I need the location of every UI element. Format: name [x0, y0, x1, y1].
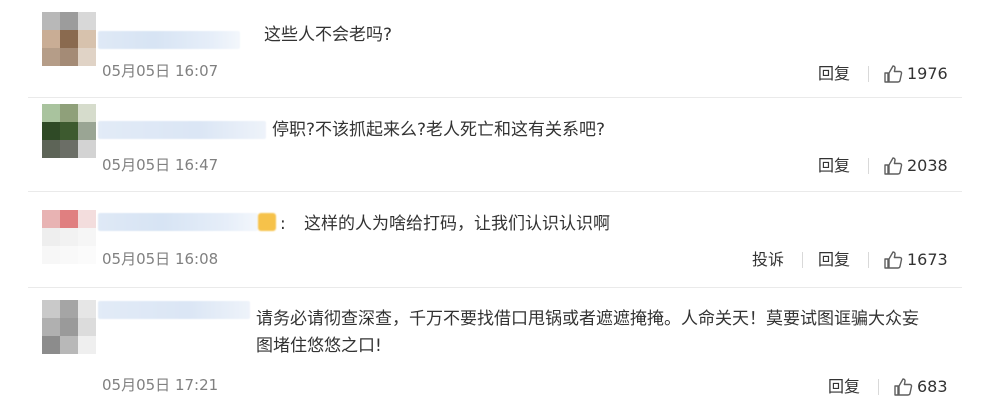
action-separator: [802, 252, 803, 268]
avatar-pixel: [60, 228, 78, 246]
avatar-pixel: [42, 300, 60, 318]
avatar-pixel: [78, 210, 96, 228]
avatar-pixel: [78, 140, 96, 158]
thumbs-up-icon: [883, 156, 903, 176]
thumbs-up-icon: [893, 377, 913, 397]
avatar-pixel: [60, 122, 78, 140]
like-count: 1673: [907, 250, 948, 269]
avatar-pixel: [60, 318, 78, 336]
like-count: 683: [917, 377, 948, 396]
action-separator: [868, 252, 869, 268]
reply-button[interactable]: 回复: [818, 249, 850, 271]
action-separator: [878, 379, 879, 395]
avatar-pixel: [60, 30, 78, 48]
avatar-pixel: [78, 48, 96, 66]
avatar-pixel: [60, 140, 78, 158]
comment-item: 停职?不该抓起来么?老人死亡和这有关系吧? 05月05日 16:47 回复 20…: [0, 98, 982, 192]
avatar[interactable]: [42, 104, 96, 158]
username-blurred[interactable]: [98, 121, 266, 139]
action-separator: [868, 66, 869, 82]
avatar-pixel: [60, 210, 78, 228]
reply-button[interactable]: 回复: [828, 376, 860, 398]
thumbs-up-icon: [883, 250, 903, 270]
avatar-pixel: [42, 140, 60, 158]
comment-list: 这些人不会老吗? 05月05日 16:07 回复 1976 停职?不该抓起来么?…: [0, 0, 982, 409]
avatar-pixel: [60, 246, 78, 264]
reply-button[interactable]: 回复: [818, 155, 850, 177]
avatar-pixel: [42, 228, 60, 246]
like-button[interactable]: 1976: [883, 63, 948, 85]
avatar-pixel: [78, 104, 96, 122]
comment-time: 05月05日 16:47: [102, 156, 219, 174]
username-blurred[interactable]: [98, 31, 240, 49]
comment-time: 05月05日 16:08: [102, 250, 219, 268]
avatar-pixel: [42, 30, 60, 48]
avatar-pixel: [60, 48, 78, 66]
username-blurred[interactable]: [98, 301, 250, 319]
avatar-pixel: [60, 12, 78, 30]
like-button[interactable]: 2038: [883, 155, 948, 177]
user-badge: [258, 213, 276, 231]
comment-time: 05月05日 17:21: [102, 376, 219, 394]
avatar-pixel: [78, 300, 96, 318]
avatar-pixel: [42, 210, 60, 228]
avatar-pixel: [42, 122, 60, 140]
like-button[interactable]: 683: [893, 376, 948, 398]
thumbs-up-icon: [883, 64, 903, 84]
comment-time: 05月05日 16:07: [102, 62, 219, 80]
comment-text: 这样的人为啥给打码，让我们认识认识啊: [304, 214, 610, 234]
avatar[interactable]: [42, 210, 96, 264]
avatar-pixel: [78, 246, 96, 264]
avatar-pixel: [42, 246, 60, 264]
comment-item: 这些人不会老吗? 05月05日 16:07 回复 1976: [0, 0, 982, 98]
comment-text: 请务必请彻查深查，千万不要找借口甩锅或者遮遮掩掩。人命关天！莫要试图诓骗大众妄 …: [256, 309, 919, 356]
avatar[interactable]: [42, 12, 96, 66]
avatar[interactable]: [42, 300, 96, 354]
username-blurred[interactable]: [98, 213, 258, 231]
avatar-pixel: [78, 12, 96, 30]
report-button[interactable]: 投诉: [752, 249, 784, 271]
avatar-pixel: [60, 104, 78, 122]
comment-text: 这些人不会老吗?: [264, 25, 393, 45]
avatar-pixel: [78, 336, 96, 354]
comment-item: 请务必请彻查深查，千万不要找借口甩锅或者遮遮掩掩。人命关天！莫要试图诓骗大众妄 …: [0, 288, 982, 409]
comment-text: 停职?不该抓起来么?老人死亡和这有关系吧?: [272, 120, 606, 140]
avatar-pixel: [78, 30, 96, 48]
like-count: 2038: [907, 156, 948, 175]
avatar-pixel: [78, 318, 96, 336]
action-separator: [868, 158, 869, 174]
avatar-pixel: [42, 104, 60, 122]
avatar-pixel: [60, 300, 78, 318]
comment-item: : 这样的人为啥给打码，让我们认识认识啊 05月05日 16:08 投诉 回复 …: [0, 192, 982, 288]
like-count: 1976: [907, 64, 948, 83]
comment-prefix: :: [280, 214, 286, 234]
avatar-pixel: [78, 228, 96, 246]
avatar-pixel: [60, 336, 78, 354]
avatar-pixel: [42, 48, 60, 66]
like-button[interactable]: 1673: [883, 249, 948, 271]
avatar-pixel: [42, 336, 60, 354]
reply-button[interactable]: 回复: [818, 63, 850, 85]
avatar-pixel: [42, 12, 60, 30]
avatar-pixel: [42, 318, 60, 336]
avatar-pixel: [78, 122, 96, 140]
